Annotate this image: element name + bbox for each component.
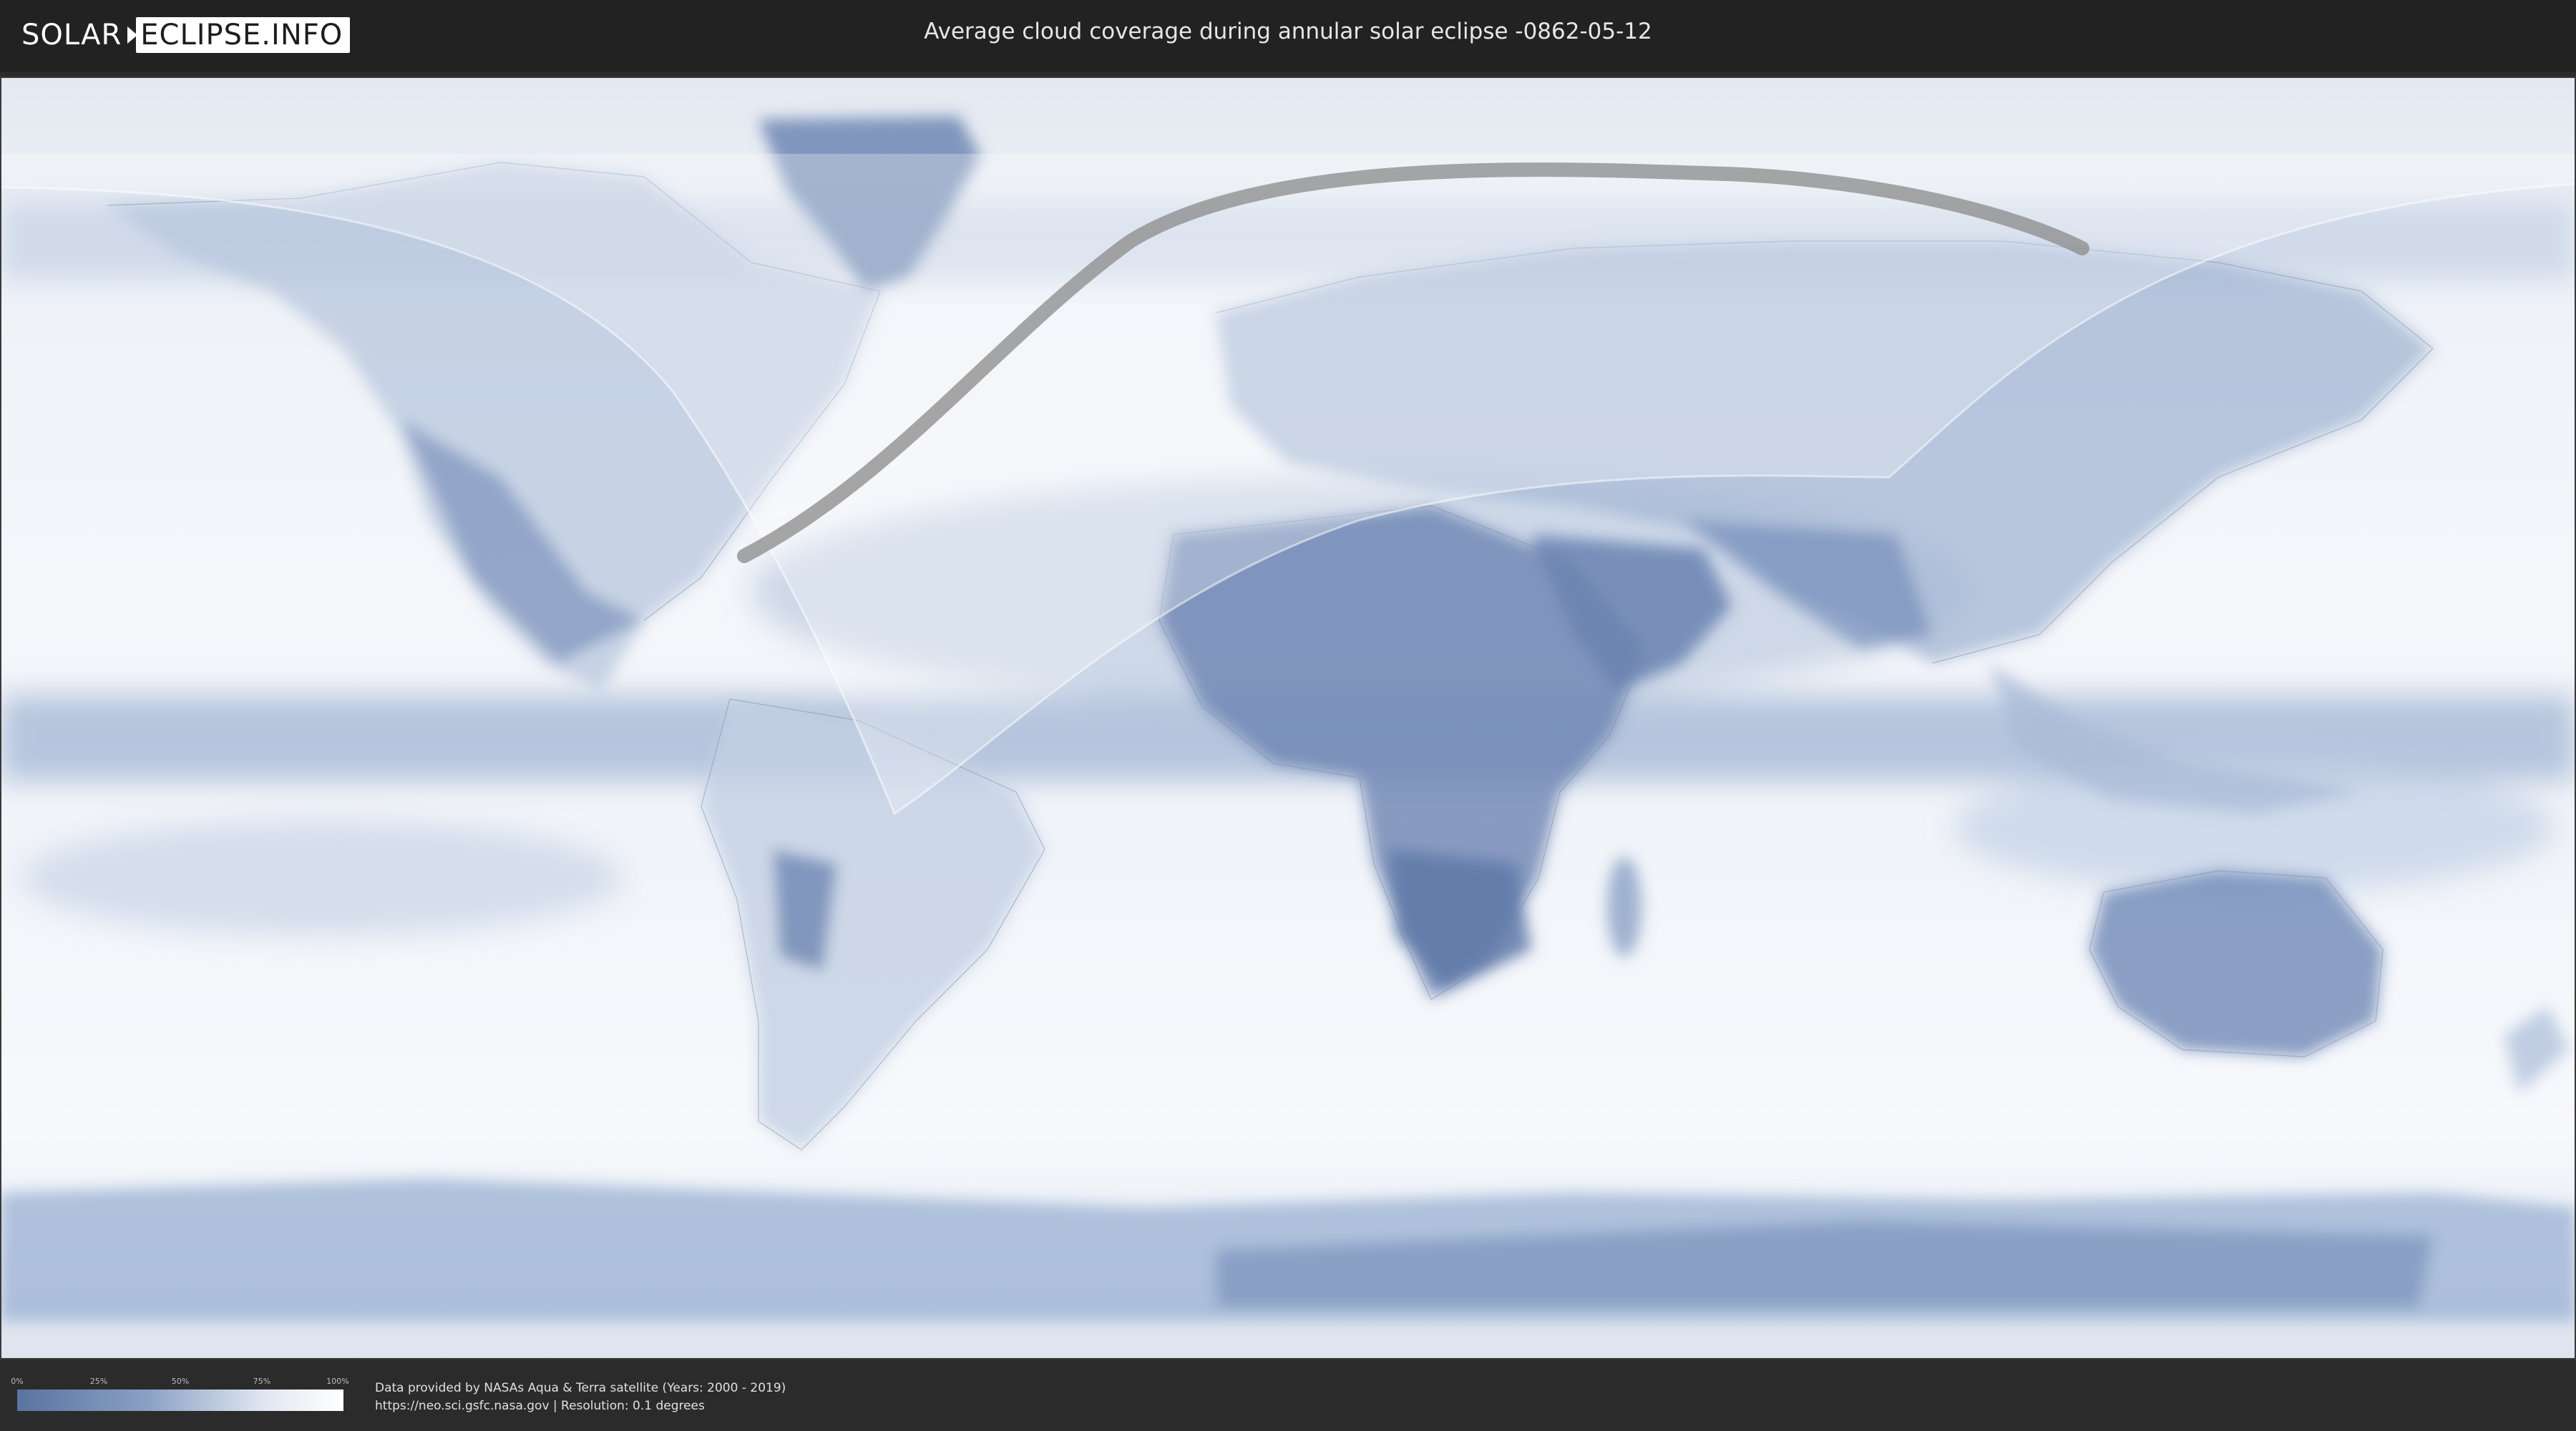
legend-ticks: 0% 25% 50% 75% 100%	[11, 1377, 348, 1388]
header: SOLAR ECLIPSE.INFO Average cloud coverag…	[0, 0, 2576, 72]
data-credits: Data provided by NASAs Aqua & Terra sate…	[375, 1379, 786, 1415]
credits-line-url[interactable]: https://neo.sci.gsfc.nasa.gov | Resoluti…	[375, 1397, 786, 1415]
cloud-coverage-map	[0, 77, 2576, 1359]
legend-tick-100: 100%	[326, 1377, 349, 1386]
legend-tick-0: 0%	[11, 1377, 24, 1386]
legend-tick-25: 25%	[89, 1377, 108, 1386]
credits-line-source: Data provided by NASAs Aqua & Terra sate…	[375, 1381, 786, 1395]
cloud-coverage-legend-bar	[17, 1390, 343, 1411]
footer: 0% 25% 50% 75% 100% Data provided by NAS…	[0, 1359, 2576, 1431]
legend-tick-75: 75%	[253, 1377, 271, 1386]
world-map-svg	[0, 77, 2576, 1359]
legend-tick-50: 50%	[171, 1377, 190, 1386]
page-title: Average cloud coverage during annular so…	[924, 19, 1652, 44]
